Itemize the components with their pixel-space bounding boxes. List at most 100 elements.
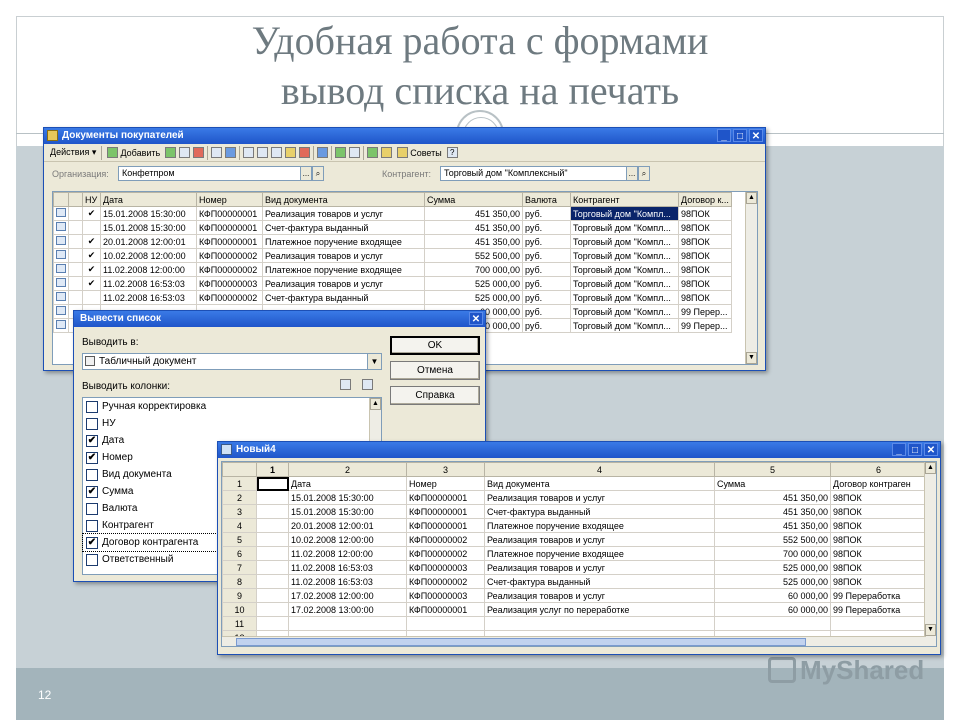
table-cell[interactable]: 451 350,00 bbox=[424, 234, 523, 249]
counterparty-search-icon[interactable]: ⌕ bbox=[638, 166, 650, 181]
sheet-row[interactable]: 9 17.02.2008 12:00:00 КФП00000003 Реализаци… bbox=[222, 588, 927, 603]
sheet-cell[interactable] bbox=[256, 532, 289, 547]
sheet-cell[interactable]: 98ПОК bbox=[830, 518, 927, 533]
table-cell[interactable] bbox=[68, 234, 83, 249]
help-icon[interactable]: ? bbox=[446, 147, 458, 158]
sheet-cell[interactable]: КФП00000001 bbox=[406, 518, 485, 533]
table-cell[interactable]: Реализация товаров и услуг bbox=[262, 276, 425, 291]
table-cell[interactable]: КФП00000002 bbox=[196, 248, 263, 263]
table-cell[interactable]: КФП00000003 bbox=[196, 276, 263, 291]
sheet-cell[interactable]: КФП00000001 bbox=[406, 490, 485, 505]
table-cell[interactable]: КФП00000001 bbox=[196, 234, 263, 249]
table-cell[interactable]: ✔ bbox=[82, 276, 101, 291]
table-cell[interactable]: 99 Перер... bbox=[678, 318, 732, 333]
table-cell[interactable]: КФП00000001 bbox=[196, 206, 263, 221]
table-cell[interactable]: 451 350,00 bbox=[424, 206, 523, 221]
table-cell[interactable] bbox=[53, 220, 69, 235]
sheet-cell[interactable]: 11.02.2008 16:53:03 bbox=[288, 574, 407, 589]
row-number[interactable]: 5 bbox=[222, 532, 257, 547]
sheet-cell[interactable]: 451 350,00 bbox=[714, 490, 831, 505]
table-cell[interactable]: Торговый дом "Компл... bbox=[570, 262, 679, 277]
sheet-cell[interactable]: 98ПОК bbox=[830, 574, 927, 589]
sheet-cell[interactable]: КФП00000002 bbox=[406, 574, 485, 589]
table-cell[interactable]: 451 350,00 bbox=[424, 220, 523, 235]
sheet-cell[interactable]: 20.01.2008 12:00:01 bbox=[288, 518, 407, 533]
sheet-cell[interactable]: 700 000,00 bbox=[714, 546, 831, 561]
column-number[interactable]: 3 bbox=[406, 462, 485, 477]
table-cell[interactable] bbox=[53, 234, 69, 249]
sheet-cell[interactable]: 98ПОК bbox=[830, 560, 927, 575]
column-header[interactable]: Контрагент bbox=[570, 192, 679, 207]
sheet-cell[interactable] bbox=[256, 560, 289, 575]
sheet-cell[interactable]: Реализация услуг по переработке bbox=[484, 602, 715, 617]
column-option[interactable]: НУ bbox=[83, 415, 381, 432]
check-all-icon[interactable] bbox=[340, 379, 351, 390]
table-cell[interactable]: руб. bbox=[522, 304, 571, 319]
spreadsheet-vertical-scrollbar[interactable]: ▲ ▼ bbox=[924, 462, 936, 646]
table-cell[interactable] bbox=[68, 262, 83, 277]
export-dialog-titlebar[interactable]: Вывести список ✕ bbox=[74, 311, 485, 327]
table-cell[interactable]: Счет-фактура выданный bbox=[262, 220, 425, 235]
sheet-cell[interactable]: 552 500,00 bbox=[714, 532, 831, 547]
table-cell[interactable]: 525 000,00 bbox=[424, 276, 523, 291]
table-cell[interactable]: 98ПОК bbox=[678, 290, 732, 305]
print-icon[interactable] bbox=[349, 147, 361, 158]
row-number[interactable]: 11 bbox=[222, 616, 257, 631]
table-cell[interactable]: ✔ bbox=[82, 234, 101, 249]
sheet-cell[interactable]: 98ПОК bbox=[830, 532, 927, 547]
sheet-cell[interactable]: КФП00000002 bbox=[406, 532, 485, 547]
organization-field[interactable]: Конфетпром bbox=[118, 166, 314, 181]
row-number[interactable]: 10 bbox=[222, 602, 257, 617]
table-cell[interactable]: 15.01.2008 15:30:00 bbox=[100, 206, 197, 221]
table-cell[interactable] bbox=[53, 276, 69, 291]
row-number[interactable]: 4 bbox=[222, 518, 257, 533]
close-button[interactable]: ✕ bbox=[749, 129, 763, 142]
horizontal-scroll-thumb[interactable] bbox=[236, 638, 806, 646]
table-cell[interactable]: руб. bbox=[522, 290, 571, 305]
sheet-cell[interactable]: КФП00000003 bbox=[406, 588, 485, 603]
organization-select-button[interactable]: ... bbox=[300, 166, 312, 181]
sheet-cell[interactable]: 99 Переработка bbox=[830, 588, 927, 603]
sheet-cell[interactable]: Реализация товаров и услуг bbox=[484, 588, 715, 603]
table-cell[interactable]: 552 500,00 bbox=[424, 248, 523, 263]
table-cell[interactable] bbox=[82, 220, 101, 235]
sheet-cell[interactable]: 98ПОК bbox=[830, 504, 927, 519]
row-number[interactable]: 7 bbox=[222, 560, 257, 575]
sheet-cell[interactable] bbox=[256, 546, 289, 561]
table-cell[interactable]: Платежное поручение входящее bbox=[262, 234, 425, 249]
table-cell[interactable]: Торговый дом "Компл... bbox=[570, 290, 679, 305]
column-header[interactable] bbox=[53, 192, 69, 207]
sheet-cell[interactable]: Счет-фактура выданный bbox=[484, 504, 715, 519]
delete-icon[interactable] bbox=[193, 147, 205, 158]
minimize-button[interactable]: _ bbox=[717, 129, 731, 142]
table-cell[interactable]: Торговый дом "Компл... bbox=[570, 248, 679, 263]
sheet-row[interactable]: 8 11.02.2008 16:53:03 КФП00000002 Счет-факт… bbox=[222, 574, 927, 589]
sheet-cell[interactable] bbox=[714, 616, 831, 631]
sheet-row[interactable]: 7 11.02.2008 16:53:03 КФП00000003 Реализаци… bbox=[222, 560, 927, 575]
uncheck-all-icon[interactable] bbox=[362, 379, 373, 390]
sheet-cell[interactable]: 60 000,00 bbox=[714, 602, 831, 617]
table-cell[interactable]: ✔ bbox=[82, 248, 101, 263]
filter-icon[interactable] bbox=[285, 147, 297, 158]
minimize-button[interactable]: _ bbox=[892, 443, 906, 456]
cancel-button[interactable]: Отмена bbox=[390, 361, 480, 380]
row-number[interactable]: 1 bbox=[222, 476, 257, 491]
table-cell[interactable]: Платежное поручение входящее bbox=[262, 262, 425, 277]
add-button[interactable]: Добавить bbox=[105, 146, 162, 159]
spreadsheet-horizontal-scrollbar[interactable] bbox=[222, 636, 926, 646]
table-row[interactable]: ✔ 20.01.2008 12:00:01 КФП00000001 Платежное… bbox=[53, 234, 732, 249]
table-cell[interactable]: Торговый дом "Компл... bbox=[570, 234, 679, 249]
sheet-cell[interactable]: КФП00000002 bbox=[406, 546, 485, 561]
scroll-down-icon[interactable]: ▼ bbox=[746, 352, 757, 364]
sheet-row[interactable]: 5 10.02.2008 12:00:00 КФП00000002 Реализаци… bbox=[222, 532, 927, 547]
sheet-cell[interactable]: КФП00000003 bbox=[406, 560, 485, 575]
table-cell[interactable] bbox=[53, 262, 69, 277]
sheet-cell[interactable]: Счет-фактура выданный bbox=[484, 574, 715, 589]
table-cell[interactable]: 98ПОК bbox=[678, 276, 732, 291]
sheet-row[interactable]: 2 15.01.2008 15:30:00 КФП00000001 Реализаци… bbox=[222, 490, 927, 505]
maximize-button[interactable]: □ bbox=[733, 129, 747, 142]
column-checkbox[interactable]: ✔ bbox=[86, 485, 98, 498]
sheet-row[interactable]: 4 20.01.2008 12:00:01 КФП00000001 Платежное… bbox=[222, 518, 927, 533]
documents-vertical-scrollbar[interactable]: ▲ ▼ bbox=[745, 192, 757, 364]
table-cell[interactable] bbox=[53, 318, 69, 333]
